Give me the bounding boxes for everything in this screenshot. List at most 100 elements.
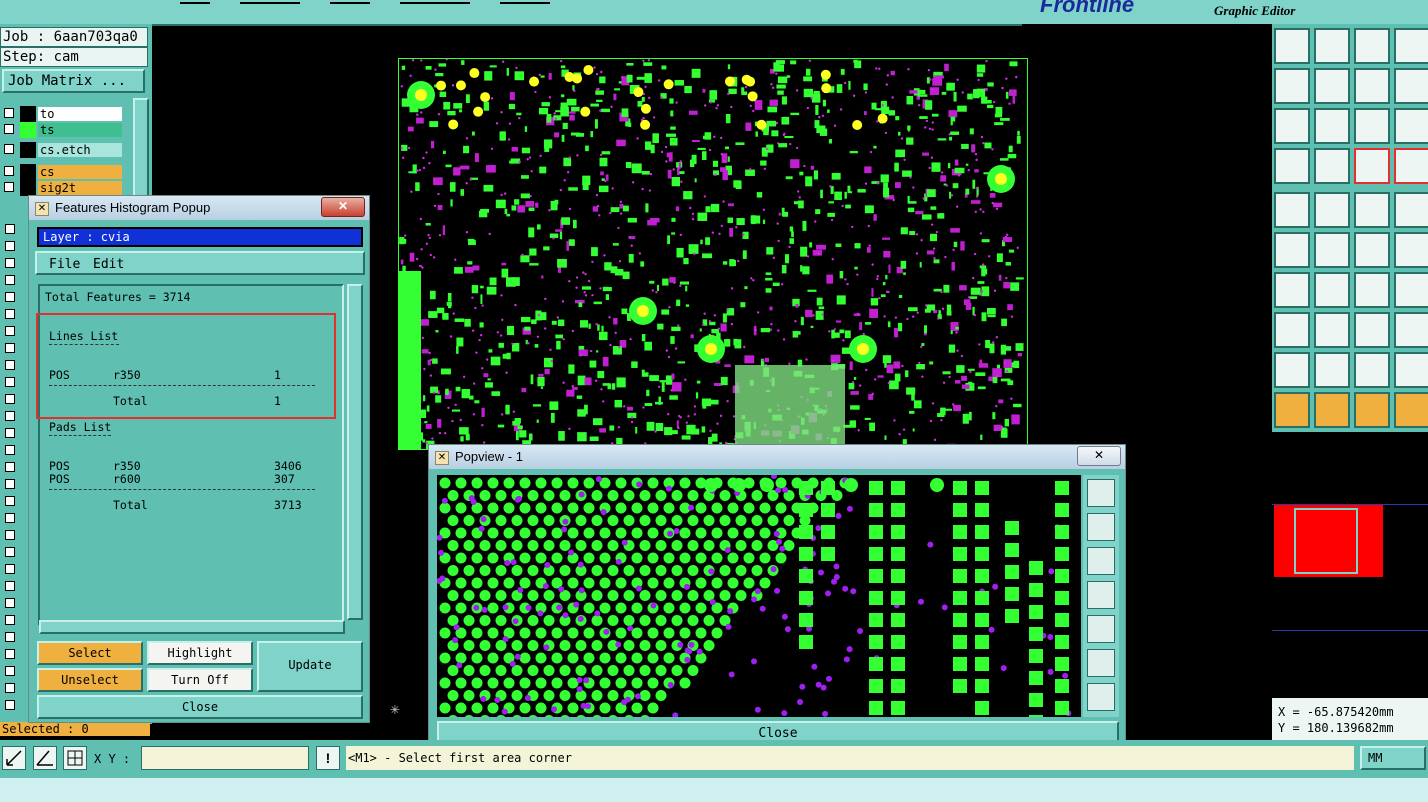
layer-checkbox[interactable] bbox=[5, 530, 15, 540]
scale-icon[interactable] bbox=[1354, 108, 1390, 144]
pointer-rotate-icon[interactable] bbox=[1354, 392, 1390, 428]
transform-icon[interactable] bbox=[1354, 312, 1390, 348]
cut-icon[interactable] bbox=[1314, 272, 1350, 308]
open-job-icon[interactable] bbox=[1274, 28, 1310, 64]
menu-edit[interactable]: Edit bbox=[93, 255, 124, 275]
menu-file[interactable]: File bbox=[49, 255, 80, 275]
job-matrix-button[interactable]: Job Matrix ... bbox=[2, 69, 145, 93]
units-select[interactable]: MM bbox=[1360, 746, 1426, 770]
layer-row-sig2t[interactable]: sig2t bbox=[2, 180, 122, 196]
pan-up-icon[interactable] bbox=[1087, 513, 1115, 541]
minimap-view-rectangle[interactable] bbox=[1294, 508, 1358, 574]
highlight-button[interactable]: Highlight bbox=[147, 641, 253, 665]
layer-checkbox[interactable] bbox=[5, 292, 15, 302]
filter-icon[interactable] bbox=[1274, 148, 1310, 184]
angle-icon[interactable] bbox=[1274, 352, 1310, 388]
popview-zoom-view[interactable] bbox=[437, 475, 1081, 717]
layer-checkbox[interactable] bbox=[5, 411, 15, 421]
step-icon[interactable] bbox=[1394, 68, 1428, 104]
layer-checkbox[interactable] bbox=[5, 445, 15, 455]
layer-checkbox[interactable] bbox=[5, 581, 15, 591]
popview-close-x-button[interactable]: ✕ bbox=[1077, 446, 1121, 466]
unselect-button[interactable]: Unselect bbox=[37, 668, 143, 692]
dot-icon[interactable] bbox=[1394, 192, 1428, 228]
histogram-close-button[interactable]: Close bbox=[37, 695, 363, 719]
layer-checkbox[interactable] bbox=[5, 598, 15, 608]
shape-icon[interactable] bbox=[1394, 352, 1428, 388]
layer-checkbox[interactable] bbox=[5, 649, 15, 659]
snap-icon[interactable] bbox=[1274, 312, 1310, 348]
layer-checkbox[interactable] bbox=[4, 166, 14, 176]
select-poly-icon[interactable] bbox=[1354, 352, 1390, 388]
layer-checkbox[interactable] bbox=[4, 182, 14, 192]
layer-checkbox[interactable] bbox=[5, 360, 15, 370]
select-button[interactable]: Select bbox=[37, 641, 143, 665]
pcb-board-view[interactable] bbox=[398, 58, 1028, 450]
move-icon[interactable] bbox=[1354, 232, 1390, 268]
layer-checkbox[interactable] bbox=[5, 683, 15, 693]
layer-checkbox[interactable] bbox=[5, 462, 15, 472]
layer-checkbox[interactable] bbox=[5, 700, 15, 710]
arc-icon[interactable] bbox=[1274, 272, 1310, 308]
help-icon[interactable] bbox=[1394, 108, 1428, 144]
layer-checkbox[interactable] bbox=[5, 326, 15, 336]
layer-checkbox[interactable] bbox=[5, 394, 15, 404]
net-icon[interactable] bbox=[1394, 312, 1428, 348]
turn-off-button[interactable]: Turn Off bbox=[147, 668, 253, 692]
layer-checkbox[interactable] bbox=[5, 632, 15, 642]
rotate-icon[interactable] bbox=[1354, 272, 1390, 308]
layer-checkbox[interactable] bbox=[4, 124, 14, 134]
layer-row-ts[interactable]: ts bbox=[2, 122, 122, 138]
fit-icon[interactable] bbox=[1274, 108, 1310, 144]
delete-icon[interactable] bbox=[1314, 232, 1350, 268]
pointer-select-icon[interactable] bbox=[1314, 392, 1350, 428]
connect-icon[interactable] bbox=[1274, 232, 1310, 268]
layer-checkbox[interactable] bbox=[5, 615, 15, 625]
layer-checkbox[interactable] bbox=[5, 377, 15, 387]
layer-checkbox[interactable] bbox=[4, 144, 14, 154]
layer-checkbox[interactable] bbox=[5, 224, 15, 234]
info-icon[interactable]: ! bbox=[316, 746, 340, 770]
polygon-icon[interactable] bbox=[1314, 352, 1350, 388]
xy-coordinate-input[interactable] bbox=[141, 746, 309, 770]
popview-titlebar[interactable]: ✕ Popview - 1 ✕ bbox=[429, 445, 1125, 469]
pointer-icon[interactable] bbox=[1274, 392, 1310, 428]
layer-checkbox[interactable] bbox=[4, 108, 14, 118]
zoom-icon[interactable] bbox=[1314, 108, 1350, 144]
histogram-vertical-scrollbar[interactable] bbox=[347, 284, 363, 620]
layer-row-to[interactable]: to bbox=[2, 106, 122, 122]
pan-left-icon[interactable] bbox=[1087, 581, 1115, 609]
zoom-window-icon[interactable] bbox=[1087, 479, 1115, 507]
layer-checkbox[interactable] bbox=[5, 513, 15, 523]
export-icon[interactable] bbox=[1314, 68, 1350, 104]
histogram-horizontal-scrollbar[interactable] bbox=[39, 620, 345, 634]
layer-row-cs-etch[interactable]: cs.etch bbox=[2, 142, 122, 158]
grid-icon[interactable] bbox=[1314, 148, 1350, 184]
ruler-icon[interactable] bbox=[1354, 192, 1390, 228]
layer-checkbox[interactable] bbox=[5, 564, 15, 574]
zoom-in-icon[interactable] bbox=[1087, 649, 1115, 677]
layer-checkbox[interactable] bbox=[5, 275, 15, 285]
layer-checkbox[interactable] bbox=[5, 496, 15, 506]
update-button[interactable]: Update bbox=[257, 641, 363, 692]
pan-down-icon[interactable] bbox=[1087, 547, 1115, 575]
layer-checkbox[interactable] bbox=[5, 428, 15, 438]
overview-minimap[interactable] bbox=[1272, 432, 1428, 698]
layer-checkbox[interactable] bbox=[5, 666, 15, 676]
layer-checkbox[interactable] bbox=[5, 241, 15, 251]
save-icon[interactable] bbox=[1314, 28, 1350, 64]
line-icon[interactable] bbox=[1314, 192, 1350, 228]
pad-icon[interactable] bbox=[1274, 192, 1310, 228]
layer-checkbox[interactable] bbox=[5, 309, 15, 319]
window-icon[interactable] bbox=[1394, 28, 1428, 64]
mirror-icon[interactable] bbox=[1394, 272, 1428, 308]
layer-row-cs[interactable]: cs bbox=[2, 164, 122, 180]
layer-checkbox[interactable] bbox=[5, 343, 15, 353]
pan-right-icon[interactable] bbox=[1087, 615, 1115, 643]
layer-checkbox[interactable] bbox=[5, 547, 15, 557]
layers2-icon[interactable] bbox=[1394, 148, 1428, 184]
dimension-icon[interactable] bbox=[1314, 312, 1350, 348]
histogram-close-x-button[interactable]: ✕ bbox=[321, 197, 365, 217]
layer-checkbox[interactable] bbox=[5, 258, 15, 268]
zoom-out-icon[interactable] bbox=[1087, 683, 1115, 711]
